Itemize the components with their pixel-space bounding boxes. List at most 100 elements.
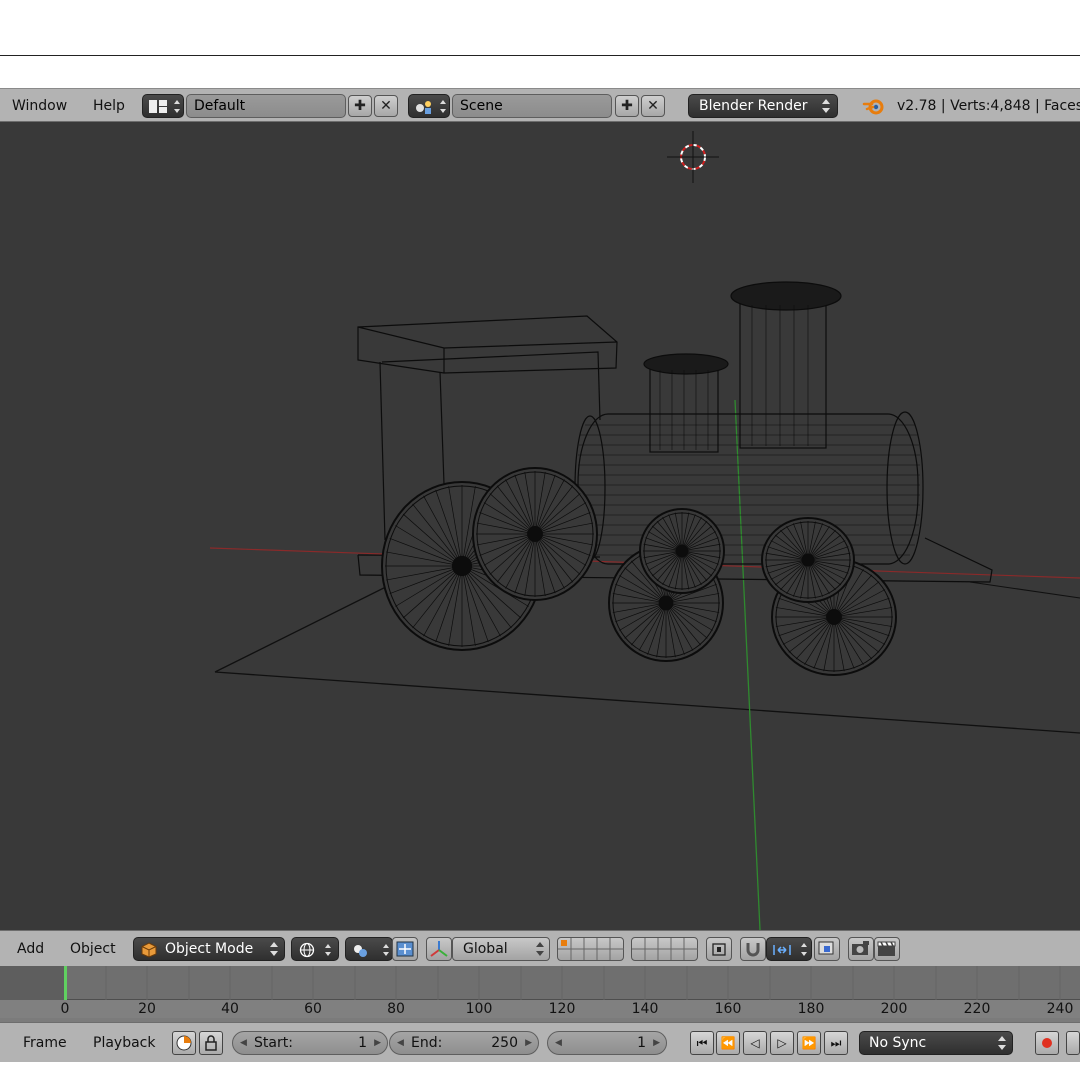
increment-arrow-icon[interactable]: ▶ bbox=[374, 1032, 381, 1054]
add-scene-button[interactable]: ✚ bbox=[615, 95, 639, 117]
menu-help[interactable]: Help bbox=[93, 89, 125, 123]
3d-cursor-icon bbox=[667, 131, 719, 183]
end-frame-value: 250 bbox=[491, 1035, 518, 1051]
opengl-render-button[interactable] bbox=[848, 937, 874, 961]
keying-set-button[interactable] bbox=[1066, 1031, 1080, 1055]
start-frame-label: Start: bbox=[254, 1035, 293, 1051]
fast-forward-icon: ⏩ bbox=[801, 1036, 817, 1050]
current-frame-indicator[interactable] bbox=[64, 966, 67, 1000]
jump-to-end-button[interactable]: ⏭ bbox=[824, 1031, 848, 1055]
end-frame-field[interactable]: ◀ End: 250 ▶ bbox=[389, 1031, 539, 1055]
play-button[interactable]: ▷ bbox=[770, 1031, 794, 1055]
decrement-arrow-icon[interactable]: ◀ bbox=[397, 1032, 404, 1054]
transform-manipulator-icon bbox=[396, 941, 414, 957]
increment-arrow-icon[interactable]: ▶ bbox=[653, 1032, 660, 1054]
menu-frame[interactable]: Frame bbox=[23, 1023, 67, 1063]
snap-toggle[interactable] bbox=[740, 937, 766, 961]
viewport-canvas bbox=[209, 131, 1080, 930]
play-reverse-button[interactable]: ◁ bbox=[743, 1031, 767, 1055]
chevron-updown-icon bbox=[536, 942, 544, 956]
manipulator-toggle[interactable] bbox=[392, 937, 418, 961]
magnet-icon bbox=[746, 943, 760, 957]
layer-buttons-right[interactable] bbox=[631, 937, 698, 961]
layer-lock-icon bbox=[712, 943, 726, 956]
menu-add[interactable]: Add bbox=[17, 931, 44, 967]
layer-buttons-left[interactable] bbox=[557, 937, 624, 961]
screen-layout-selector[interactable] bbox=[142, 94, 184, 118]
delete-layout-button[interactable]: ✕ bbox=[374, 95, 398, 117]
lock-time-cursor-toggle[interactable] bbox=[199, 1031, 223, 1055]
chevron-updown-icon bbox=[998, 1036, 1006, 1050]
3d-view-header: Add Object Object Mode Global bbox=[0, 930, 1080, 966]
platform-edge bbox=[969, 581, 1080, 599]
page-bottom-margin bbox=[0, 1062, 1080, 1080]
lock-camera-button[interactable] bbox=[706, 937, 732, 961]
scene-selector[interactable] bbox=[408, 94, 450, 118]
layer-grid-icon bbox=[632, 938, 698, 960]
boiler-mesh bbox=[578, 305, 920, 556]
ruler-tick-label: 240 bbox=[1046, 1001, 1074, 1017]
decrement-arrow-icon[interactable]: ◀ bbox=[240, 1032, 247, 1054]
render-engine-label: Blender Render bbox=[699, 98, 808, 114]
render-engine-dropdown[interactable]: Blender Render bbox=[688, 94, 838, 118]
timeline-grid bbox=[105, 966, 1061, 1000]
timeline-ruler[interactable] bbox=[0, 1000, 1080, 1018]
transform-orientation-dropdown[interactable]: Global bbox=[452, 937, 550, 961]
clock-icon bbox=[176, 1035, 192, 1051]
orientation-label: Global bbox=[463, 941, 508, 957]
axis-gizmo-icon bbox=[430, 941, 448, 957]
sphere-shading-icon bbox=[299, 942, 331, 958]
layout-grid-icon bbox=[149, 100, 180, 113]
sync-mode-dropdown[interactable]: No Sync bbox=[859, 1031, 1013, 1055]
jump-to-start-button[interactable]: ⏮ bbox=[690, 1031, 714, 1055]
increment-arrow-icon[interactable]: ▶ bbox=[525, 1032, 532, 1054]
opengl-animation-button[interactable] bbox=[874, 937, 900, 961]
screen-layout-name: Default bbox=[194, 98, 246, 114]
start-frame-field[interactable]: ◀ Start: 1 ▶ bbox=[232, 1031, 388, 1055]
jump-to-keyframe-forward-button[interactable]: ⏩ bbox=[797, 1031, 821, 1055]
mode-label: Object Mode bbox=[165, 941, 254, 957]
viewport-shading-dropdown[interactable] bbox=[291, 937, 339, 961]
mode-dropdown[interactable]: Object Mode bbox=[133, 937, 285, 961]
sync-mode-label: No Sync bbox=[869, 1035, 927, 1051]
menu-playback[interactable]: Playback bbox=[93, 1023, 155, 1063]
jump-start-icon: ⏮ bbox=[696, 1036, 708, 1050]
close-icon: ✕ bbox=[647, 98, 659, 114]
menu-object[interactable]: Object bbox=[70, 931, 116, 967]
pivot-point-dropdown[interactable] bbox=[345, 937, 393, 961]
timeline-header: Frame Playback ◀ Start: 1 ▶ ◀ End: 250 ▶… bbox=[0, 1022, 1080, 1062]
decrement-arrow-icon[interactable]: ◀ bbox=[555, 1032, 562, 1054]
snap-target-icon bbox=[818, 941, 834, 955]
axis-gizmo-button[interactable] bbox=[426, 937, 452, 961]
plus-icon: ✚ bbox=[621, 98, 633, 114]
ruler-tick-label: 160 bbox=[714, 1001, 742, 1017]
lock-icon bbox=[205, 1035, 217, 1051]
snap-element-dropdown[interactable] bbox=[766, 937, 812, 961]
screen-layout-field[interactable]: Default bbox=[186, 94, 346, 118]
rewind-icon: ⏪ bbox=[720, 1036, 736, 1050]
start-frame-value: 1 bbox=[358, 1035, 367, 1051]
camera-render-icon bbox=[852, 941, 869, 955]
ruler-tick-label: 0 bbox=[60, 1001, 70, 1017]
scene-field[interactable]: Scene bbox=[452, 94, 612, 118]
3d-viewport[interactable] bbox=[0, 122, 1080, 930]
close-icon: ✕ bbox=[380, 98, 392, 114]
wheel bbox=[472, 467, 598, 601]
scene-name: Scene bbox=[460, 98, 503, 114]
delete-scene-button[interactable]: ✕ bbox=[641, 95, 665, 117]
chevron-updown-icon bbox=[270, 942, 278, 956]
ruler-tick-label: 20 bbox=[138, 1001, 156, 1017]
clapperboard-icon bbox=[877, 941, 896, 956]
plus-icon: ✚ bbox=[354, 98, 366, 114]
current-frame-value: 1 bbox=[637, 1035, 646, 1051]
preview-range-toggle[interactable] bbox=[172, 1031, 196, 1055]
current-frame-field[interactable]: ◀ 1 ▶ bbox=[547, 1031, 667, 1055]
timeline-editor[interactable]: 0 20 40 60 80 100 120 140 160 180 200 22… bbox=[0, 966, 1080, 1022]
menu-window[interactable]: Window bbox=[12, 89, 67, 123]
record-keyframe-button[interactable] bbox=[1035, 1031, 1059, 1055]
add-layout-button[interactable]: ✚ bbox=[348, 95, 372, 117]
snap-target-button[interactable] bbox=[814, 937, 840, 961]
wheel bbox=[639, 508, 725, 594]
ruler-tick-label: 40 bbox=[221, 1001, 239, 1017]
jump-to-keyframe-back-button[interactable]: ⏪ bbox=[716, 1031, 740, 1055]
